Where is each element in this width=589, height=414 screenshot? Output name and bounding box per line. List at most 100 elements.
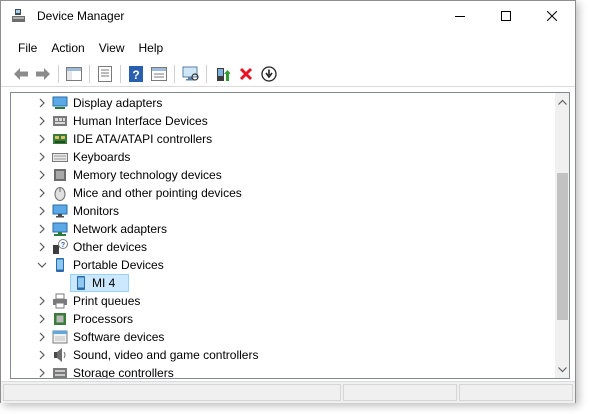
- chevron-right-icon: [39, 368, 45, 378]
- expand-toggle[interactable]: [36, 367, 48, 378]
- category-node[interactable]: Storage controllers: [11, 364, 555, 379]
- expand-toggle[interactable]: [36, 223, 48, 235]
- category-node[interactable]: Mice and other pointing devices: [11, 184, 555, 202]
- category-node[interactable]: Monitors: [11, 202, 555, 220]
- status-pane: [459, 384, 573, 401]
- node-label: Storage controllers: [73, 366, 174, 379]
- expand-toggle[interactable]: [36, 169, 48, 181]
- menu-action[interactable]: Action: [44, 37, 91, 59]
- show-hide-console-tree-button[interactable]: [65, 65, 83, 83]
- portable-device-icon: [52, 257, 68, 273]
- expand-toggle[interactable]: [36, 115, 48, 127]
- expand-toggle[interactable]: [36, 133, 48, 145]
- node-label: Memory technology devices: [73, 168, 222, 182]
- speaker-icon: [52, 347, 68, 363]
- help-button[interactable]: ?: [127, 65, 145, 83]
- update-driver-button[interactable]: [214, 65, 232, 83]
- menu-bar: File Action View Help: [1, 37, 170, 59]
- storage-controller-icon: [52, 365, 68, 378]
- back-button[interactable]: [12, 65, 30, 83]
- node-label: Keyboards: [73, 150, 131, 164]
- title-bar[interactable]: Device Manager: [1, 1, 575, 31]
- toolbar-separator: [206, 65, 207, 83]
- scan-hardware-button[interactable]: [182, 65, 200, 83]
- node-label: Portable Devices: [73, 258, 164, 272]
- view-button[interactable]: [150, 65, 168, 83]
- properties-button[interactable]: [96, 65, 114, 83]
- uninstall-device-button[interactable]: [237, 65, 255, 83]
- node-label: Software devices: [73, 330, 165, 344]
- category-node[interactable]: Software devices: [11, 328, 555, 346]
- scrollbar-thumb[interactable]: [557, 173, 568, 320]
- maximize-button[interactable]: [483, 1, 529, 31]
- monitor-icon: [52, 203, 68, 219]
- disable-device-icon: [261, 66, 277, 82]
- expand-toggle[interactable]: [36, 331, 48, 343]
- node-label: Mice and other pointing devices: [73, 186, 242, 200]
- expand-toggle[interactable]: [36, 151, 48, 163]
- network-adapter-icon: [52, 221, 68, 237]
- chevron-right-icon: [39, 188, 45, 198]
- category-node[interactable]: Display adapters: [11, 94, 555, 112]
- node-label: Print queues: [73, 294, 141, 308]
- device-node[interactable]: MI 4: [11, 274, 555, 292]
- forward-button[interactable]: [34, 65, 52, 83]
- node-label: Human Interface Devices: [73, 114, 208, 128]
- maximize-icon: [501, 11, 511, 21]
- processor-icon: [52, 311, 68, 327]
- chevron-up-icon: [558, 99, 567, 105]
- category-node[interactable]: Network adapters: [11, 220, 555, 238]
- chevron-right-icon: [39, 152, 45, 162]
- expand-toggle[interactable]: [36, 349, 48, 361]
- expand-toggle[interactable]: [36, 241, 48, 253]
- expand-toggle[interactable]: [36, 97, 48, 109]
- node-label: Display adapters: [73, 96, 163, 110]
- chevron-right-icon: [39, 170, 45, 180]
- hid-icon: [52, 113, 68, 129]
- category-node[interactable]: IDE ATA/ATAPI controllers: [11, 130, 555, 148]
- category-node[interactable]: Sound, video and game controllers: [11, 346, 555, 364]
- vertical-scrollbar[interactable]: [555, 93, 569, 378]
- expand-toggle[interactable]: [36, 205, 48, 217]
- node-label: MI 4: [92, 276, 116, 290]
- scroll-up-button[interactable]: [555, 93, 569, 110]
- device-tree-view[interactable]: Display adapters Human Interface Devices I…: [10, 92, 570, 379]
- status-pane: [3, 384, 341, 401]
- expand-toggle[interactable]: [36, 187, 48, 199]
- mouse-icon: [52, 185, 68, 201]
- chevron-down-icon: [37, 262, 47, 268]
- category-node[interactable]: Human Interface Devices: [11, 112, 555, 130]
- menu-file[interactable]: File: [12, 37, 44, 59]
- category-node[interactable]: ? Other devices: [11, 238, 555, 256]
- toolbar-separator: [120, 65, 121, 83]
- toolbar-separator: [174, 65, 175, 83]
- device-manager-app-icon: [12, 9, 28, 23]
- close-button[interactable]: [529, 1, 575, 31]
- toolbar: ?: [1, 61, 575, 87]
- chevron-right-icon: [39, 332, 45, 342]
- svg-text:?: ?: [132, 68, 139, 82]
- unknown-device-icon: ?: [52, 239, 68, 255]
- category-node[interactable]: Processors: [11, 310, 555, 328]
- scroll-down-button[interactable]: [555, 361, 569, 378]
- chevron-right-icon: [39, 134, 45, 144]
- expand-toggle[interactable]: [36, 313, 48, 325]
- chevron-right-icon: [39, 314, 45, 324]
- minimize-icon: [455, 16, 465, 17]
- menu-view[interactable]: View: [92, 37, 132, 59]
- category-node[interactable]: Keyboards: [11, 148, 555, 166]
- status-pane: [343, 384, 457, 401]
- collapse-toggle[interactable]: [36, 259, 48, 271]
- software-device-icon: [52, 329, 68, 345]
- node-label: Network adapters: [73, 222, 168, 236]
- keyboard-icon: [52, 149, 68, 165]
- menu-help[interactable]: Help: [132, 37, 171, 59]
- expand-toggle[interactable]: [36, 295, 48, 307]
- category-node[interactable]: Print queues: [11, 292, 555, 310]
- category-node[interactable]: Portable Devices: [11, 256, 555, 274]
- close-icon: [547, 11, 557, 21]
- minimize-button[interactable]: [437, 1, 483, 31]
- view-icon: [151, 67, 167, 81]
- disable-device-button[interactable]: [260, 65, 278, 83]
- category-node[interactable]: Memory technology devices: [11, 166, 555, 184]
